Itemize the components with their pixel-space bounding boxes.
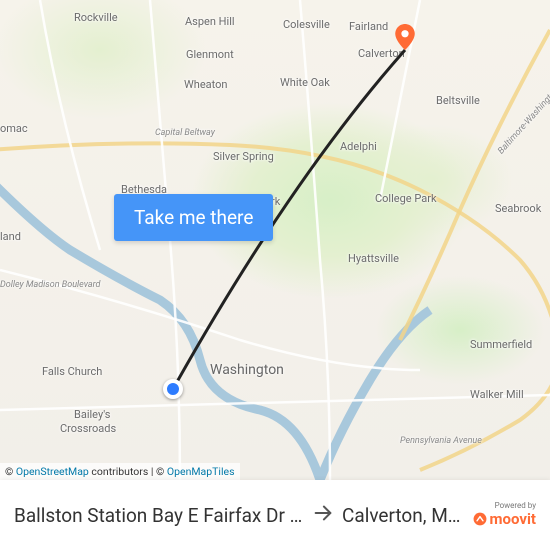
moovit-badge[interactable]: Powered by moovit (473, 502, 536, 527)
take-me-there-button[interactable]: Take me there (114, 194, 273, 241)
destination-marker[interactable] (392, 24, 418, 50)
route-summary: Ballston Station Bay E Fairfax Dr E… Cal… (14, 502, 463, 529)
map-viewport[interactable]: Rockville Aspen Hill Colesville Fairland… (0, 0, 550, 480)
route-footer: Ballston Station Bay E Fairfax Dr E… Cal… (0, 480, 550, 550)
pin-icon (392, 24, 418, 50)
route-from: Ballston Station Bay E Fairfax Dr E… (14, 504, 304, 527)
moovit-name: moovit (490, 511, 536, 528)
map-terrain (0, 0, 550, 480)
moovit-icon (473, 512, 487, 526)
arrow-right-icon (312, 502, 334, 529)
route-to: Calverton, M… (342, 504, 461, 527)
origin-marker[interactable] (163, 379, 183, 399)
moovit-logo: moovit (473, 511, 536, 528)
